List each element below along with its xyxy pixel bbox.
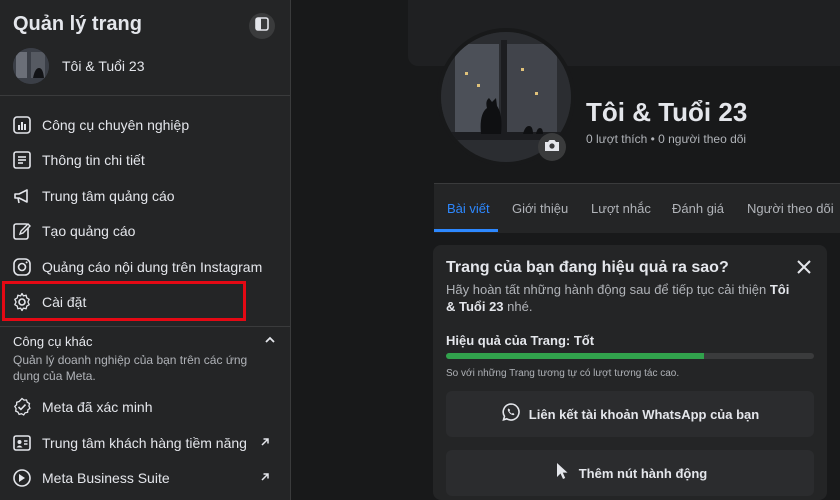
other-tools-header[interactable]: Công cụ khác [13,334,278,349]
tab-mentions[interactable]: Lượt nhắc [591,201,651,216]
contact-card-icon [11,432,33,454]
megaphone-icon [11,185,33,207]
instagram-icon [11,256,33,278]
settings-highlight-box [2,281,246,321]
page-stats: 0 lượt thích • 0 người theo dõi [586,132,747,146]
menu-create-ad[interactable]: Tạo quảng cáo [0,214,285,248]
pencil-icon [11,220,33,242]
page-performance-card: Trang của bạn đang hiệu quả ra sao? Hãy … [433,245,827,500]
change-profile-photo-button[interactable] [538,133,566,161]
divider [0,326,290,327]
menu-professional-tools[interactable]: Công cụ chuyên nghiệp [0,108,285,142]
other-tools-heading: Công cụ khác [13,334,93,349]
active-tab-indicator [434,229,498,232]
collapse-sidebar-button[interactable] [249,13,275,39]
menu-label: Công cụ chuyên nghiệp [42,117,190,133]
desc-text-end: nhé. [503,299,533,314]
other-tools-description: Quản lý doanh nghiệp của bạn trên các ứn… [13,353,248,383]
button-label: Liên kết tài khoản WhatsApp của bạn [528,406,760,422]
menu-label: Tạo quảng cáo [42,223,136,239]
menu-label: Thông tin chi tiết [42,152,145,168]
tab-followers[interactable]: Người theo dõi [747,201,834,216]
verified-badge-icon [11,396,33,418]
external-link-icon [259,470,271,488]
performance-note: So với những Trang tương tự có lượt tươn… [446,368,680,379]
insights-icon [11,149,33,171]
menu-ad-center[interactable]: Trung tâm quảng cáo [0,179,285,213]
menu-label: Trung tâm quảng cáo [42,188,175,204]
menu-leads-center[interactable]: Trung tâm khách hàng tiềm năng [0,426,285,460]
sidebar-toggle-icon [255,16,269,36]
close-button[interactable] [794,257,814,282]
performance-rating: Hiệu quả của Trang: Tốt [446,333,595,348]
button-label: Thêm nút hành động [578,465,708,481]
menu-label: Quảng cáo nội dung trên Instagram [42,259,263,275]
menu-label: Meta đã xác minh [42,399,153,415]
meta-business-suite-icon [11,467,33,489]
whatsapp-icon [501,402,521,427]
chevron-up-icon [264,334,276,349]
external-link-icon [259,435,271,453]
menu-label: Trung tâm khách hàng tiềm năng [42,435,247,451]
menu-instagram-ads[interactable]: Quảng cáo nội dung trên Instagram [0,250,285,284]
link-whatsapp-button[interactable]: Liên kết tài khoản WhatsApp của bạn [446,391,814,437]
page-switcher[interactable]: Tôi & Tuổi 23 [13,48,145,84]
menu-insights[interactable]: Thông tin chi tiết [0,143,285,177]
tab-posts[interactable]: Bài viết [447,201,490,216]
professional-tools-icon [11,114,33,136]
page-title: Tôi & Tuổi 23 [586,97,748,127]
menu-business-suite[interactable]: Meta Business Suite [0,461,285,495]
menu-label: Meta Business Suite [42,470,170,486]
camera-icon [544,138,560,157]
page-name-label: Tôi & Tuổi 23 [62,58,145,74]
perf-card-title: Trang của bạn đang hiệu quả ra sao? [446,259,729,276]
page-avatar [13,48,49,84]
divider [0,95,290,96]
add-action-button[interactable]: Thêm nút hành động [446,450,814,496]
sidebar-title: Quản lý trang [13,13,142,35]
page-tabs: Bài viết Giới thiệu Lượt nhắc Đánh giá N… [434,183,840,233]
cursor-icon [553,461,571,486]
perf-card-description: Hãy hoàn tất những hành động sau để tiếp… [446,281,796,315]
manage-page-sidebar: Quản lý trang Tôi & Tuổi 23 Công cụ chuy… [0,0,291,500]
tab-about[interactable]: Giới thiệu [512,201,568,216]
desc-text: Hãy hoàn tất những hành động sau để tiếp… [446,282,770,297]
performance-progress-bar [446,353,814,359]
performance-progress-fill [446,353,704,359]
menu-meta-verified[interactable]: Meta đã xác minh [0,390,285,424]
close-icon [794,260,814,281]
tab-reviews[interactable]: Đánh giá [672,201,724,216]
